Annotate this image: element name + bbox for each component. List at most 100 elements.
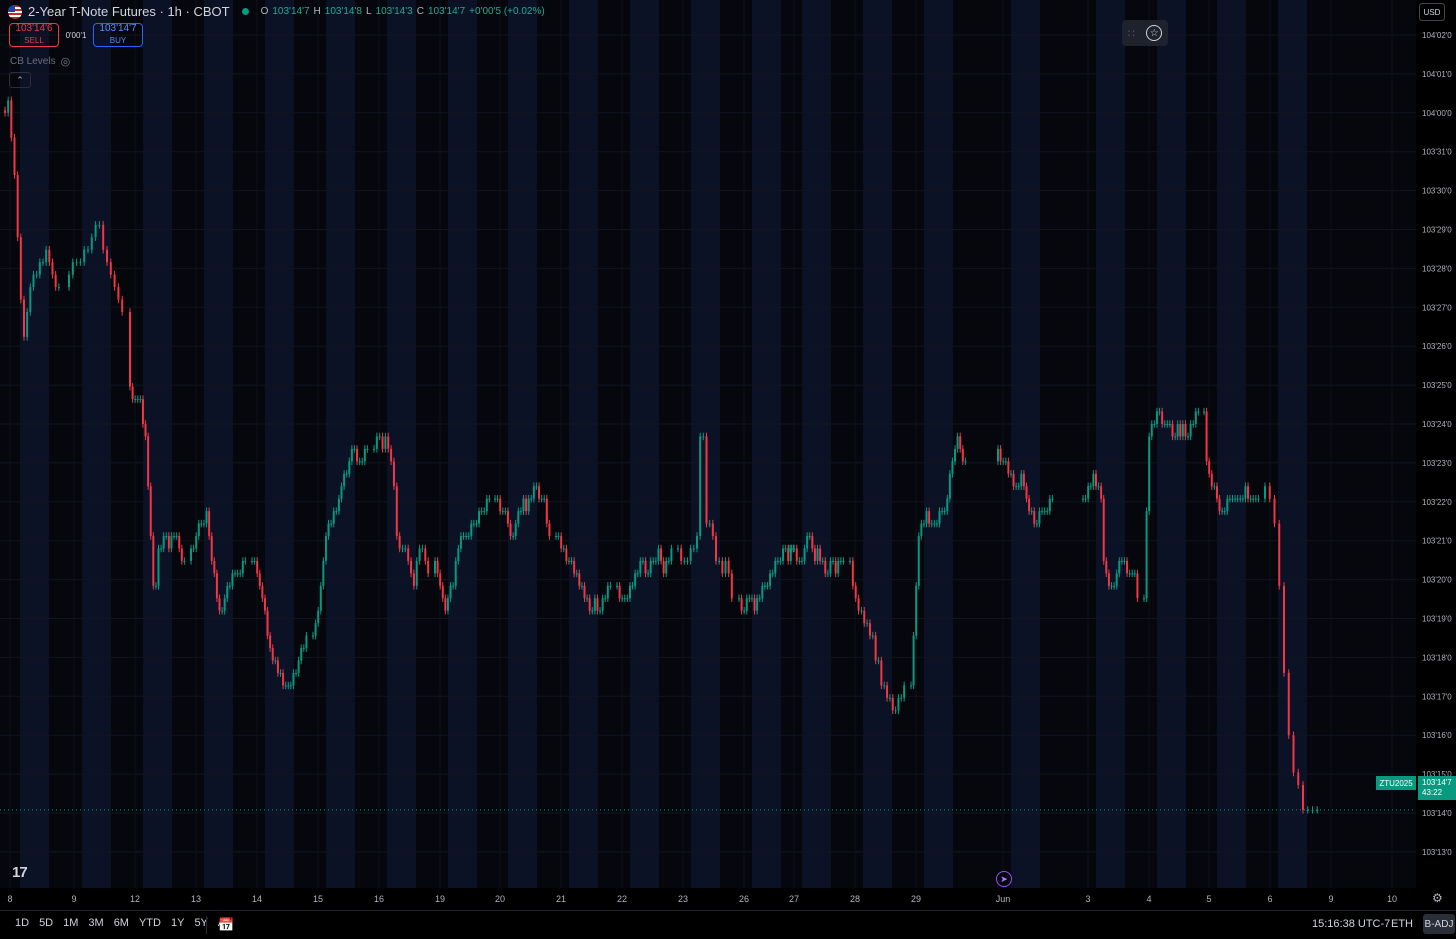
candle bbox=[300, 644, 303, 665]
candle bbox=[1136, 569, 1139, 603]
x-tick-label: 4 bbox=[1146, 894, 1151, 904]
candle bbox=[7, 96, 10, 117]
candle bbox=[180, 544, 183, 565]
candle-body bbox=[800, 560, 803, 562]
candle-body bbox=[1128, 573, 1131, 575]
candle bbox=[1128, 569, 1131, 578]
clock-readout[interactable]: 15:16:38 UTC-7 bbox=[1312, 918, 1390, 930]
candle-body bbox=[1007, 461, 1010, 474]
candle-body bbox=[631, 585, 634, 587]
candle bbox=[152, 532, 155, 590]
candle-body bbox=[851, 560, 854, 586]
range-5d[interactable]: 5D bbox=[34, 917, 58, 929]
candle-body bbox=[439, 573, 442, 586]
candle-body bbox=[834, 560, 837, 574]
candle-body bbox=[1009, 473, 1012, 475]
range-6m[interactable]: 6M bbox=[109, 917, 134, 929]
candle-body bbox=[319, 585, 322, 611]
candle-body bbox=[200, 523, 203, 525]
x-tick-label: 29 bbox=[911, 894, 921, 904]
candle-body bbox=[708, 523, 711, 525]
candle-body bbox=[527, 498, 530, 512]
session-bands bbox=[20, 0, 1307, 888]
buy-button[interactable]: 103'14'7 BUY bbox=[93, 23, 143, 47]
range-5y[interactable]: 5Y bbox=[189, 917, 212, 929]
candle bbox=[851, 557, 854, 590]
candle-body bbox=[1087, 486, 1090, 499]
candle bbox=[1197, 407, 1200, 416]
candle bbox=[880, 656, 883, 690]
candle-body bbox=[1234, 498, 1237, 500]
symbol-legend: 2-Year T-Note Futures · 1h · CBOT O 103'1… bbox=[8, 4, 545, 19]
candle-body bbox=[488, 498, 491, 500]
candle-body bbox=[748, 598, 751, 600]
candle-body bbox=[1297, 772, 1300, 785]
candle-body bbox=[793, 548, 796, 550]
candle bbox=[295, 669, 298, 677]
candle-body bbox=[218, 598, 221, 611]
candle bbox=[1205, 407, 1208, 466]
candle bbox=[677, 544, 679, 553]
candle-body bbox=[771, 573, 774, 575]
eye-hidden-icon[interactable]: ◎ bbox=[61, 55, 71, 68]
candle-body bbox=[769, 573, 772, 586]
candle bbox=[1273, 494, 1276, 528]
candle-body bbox=[1221, 511, 1224, 513]
candle bbox=[891, 694, 894, 715]
candle-body bbox=[480, 511, 483, 513]
candle-body bbox=[803, 548, 806, 561]
tradingview-logo[interactable]: 17 bbox=[12, 864, 28, 881]
candle-body bbox=[954, 448, 957, 462]
candle-body bbox=[289, 685, 292, 687]
candle-body bbox=[1163, 424, 1166, 425]
candle-body bbox=[106, 249, 108, 263]
candle bbox=[147, 432, 150, 490]
symbol-title[interactable]: 2-Year T-Note Futures · 1h · CBOT bbox=[28, 4, 230, 19]
back-adjust-toggle[interactable]: B-ADJ bbox=[1423, 914, 1455, 934]
candle bbox=[75, 258, 78, 266]
candle-body bbox=[1033, 511, 1036, 524]
candle-body bbox=[1171, 424, 1174, 437]
candle-body bbox=[109, 262, 112, 275]
session-toggle[interactable]: ETH bbox=[1391, 918, 1413, 930]
y-tick-label: 103'13'0 bbox=[1422, 848, 1452, 857]
candle bbox=[361, 457, 364, 466]
scroll-to-realtime-icon[interactable]: ➤ bbox=[996, 871, 1012, 887]
candle-body bbox=[1161, 411, 1164, 424]
chart-canvas[interactable] bbox=[0, 0, 1416, 888]
candle bbox=[1126, 557, 1129, 578]
candle-body bbox=[560, 536, 563, 549]
indicator-legend[interactable]: CB Levels ◎ bbox=[10, 55, 70, 68]
currency-selector[interactable]: USD bbox=[1419, 3, 1445, 21]
range-ytd[interactable]: YTD bbox=[134, 917, 166, 929]
candlestick-chart[interactable] bbox=[0, 0, 1416, 888]
candle bbox=[1048, 494, 1051, 515]
range-3m[interactable]: 3M bbox=[83, 917, 108, 929]
session-band bbox=[508, 0, 537, 888]
candle-body bbox=[38, 262, 41, 275]
candle-body bbox=[1223, 511, 1226, 513]
candle-body bbox=[548, 523, 551, 537]
indicator-name[interactable]: CB Levels bbox=[10, 56, 56, 67]
time-axis[interactable]: 8 9 12 13 14 15 16 19 20 21 22 23 26 27 28 29 Jun 3 4 5 6 9 10 bbox=[0, 888, 1416, 910]
sell-button[interactable]: 103'14'6 SELL bbox=[9, 23, 59, 47]
collapse-legend-button[interactable]: ⌃ bbox=[9, 72, 31, 88]
floating-toolbar[interactable]: ∷ ☆ bbox=[1122, 20, 1168, 46]
candle-body bbox=[412, 573, 415, 586]
range-1d[interactable]: 1D bbox=[10, 917, 34, 929]
star-favorite-icon[interactable]: ☆ bbox=[1146, 25, 1163, 41]
price-axis[interactable]: 104'02'0 104'01'0 104'00'0 103'31'0 103'30'0… bbox=[1416, 0, 1456, 888]
range-1y[interactable]: 1Y bbox=[166, 917, 189, 929]
drag-handle-icon[interactable]: ∷ bbox=[1128, 27, 1135, 40]
range-1m[interactable]: 1M bbox=[58, 917, 83, 929]
candle bbox=[842, 557, 845, 565]
y-tick-label: 103'25'0 bbox=[1422, 381, 1452, 390]
candle-body bbox=[407, 548, 410, 561]
candle-body bbox=[512, 536, 515, 538]
calendar-goto-icon[interactable]: 📅 bbox=[218, 917, 234, 933]
candle bbox=[1278, 519, 1281, 590]
candle-body bbox=[774, 560, 777, 574]
candle-body bbox=[1105, 560, 1108, 574]
gear-icon[interactable]: ⚙ bbox=[1432, 891, 1443, 905]
candle bbox=[1194, 407, 1197, 428]
